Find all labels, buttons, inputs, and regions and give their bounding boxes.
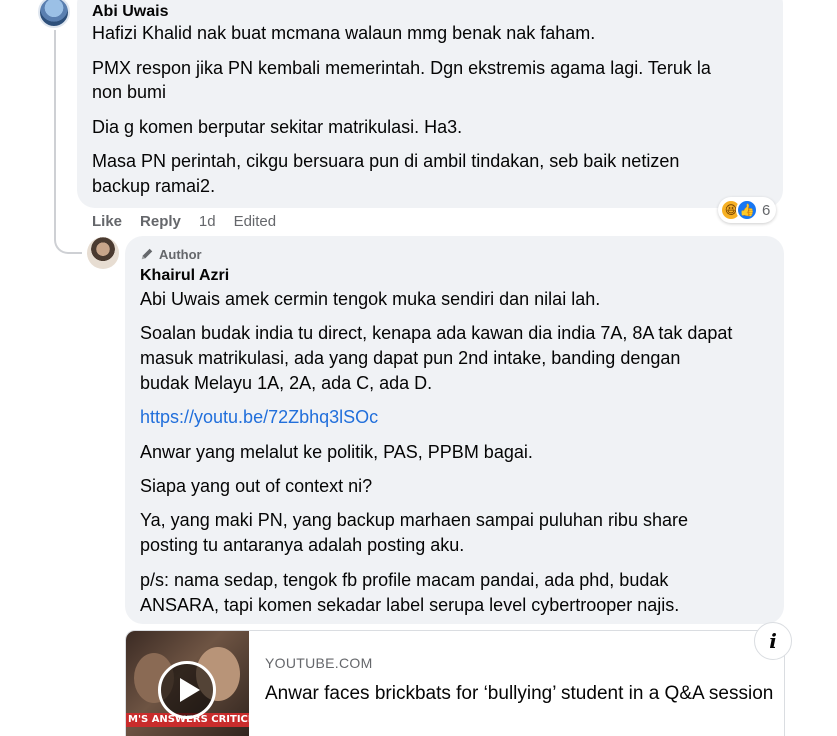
pen-icon — [141, 248, 153, 260]
comment-text: backup ramai2. — [92, 176, 216, 196]
comment-text: Anwar yang melalut ke politik, PAS, PPBM… — [140, 442, 533, 462]
comment-text: Masa PN perintah, cikgu bersuara pun di … — [92, 151, 680, 171]
link-preview-card[interactable]: M'S ANSWERS CRITICIS YOUTUBE.COM Anwar f… — [125, 630, 785, 736]
comment-text: masuk matrikulasi, ada yang dapat pun 2n… — [140, 348, 681, 368]
reply-connector — [54, 222, 82, 254]
comment-text: PMX respon jika PN kembali memerintah. D… — [92, 58, 711, 78]
like-icon: 👍 — [736, 199, 758, 221]
reactions-summary[interactable]: 😆 👍 6 — [718, 197, 777, 223]
comment-text: non bumi — [92, 82, 167, 102]
comment-text: Siapa yang out of context ni? — [140, 476, 373, 496]
reply-button[interactable]: Reply — [140, 213, 181, 230]
comment-text: posting tu antaranya adalah posting aku. — [140, 535, 465, 555]
comment-actions: Like Reply 1d Edited — [92, 211, 276, 231]
avatar[interactable] — [87, 237, 119, 269]
comment-thread: Abi Uwais Hafizi Khalid nak buat mcmana … — [0, 0, 837, 736]
youtube-link[interactable]: https://youtu.be/72Zbhq3lSOc — [140, 405, 378, 430]
comment-author-name[interactable]: Khairul Azri — [140, 267, 229, 285]
comment-text: p/s: nama sedap, tengok fb profile macam… — [140, 570, 669, 590]
comment-text: Hafizi Khalid nak buat mcmana walaun mmg… — [92, 23, 596, 43]
like-button[interactable]: Like — [92, 213, 122, 230]
reaction-count: 6 — [762, 201, 771, 219]
info-icon[interactable]: i — [754, 622, 792, 660]
link-source: YOUTUBE.COM — [265, 655, 373, 671]
comment-text: ANSARA, tapi komen sekadar label serupa … — [140, 595, 680, 615]
comment-author-name[interactable]: Abi Uwais — [92, 3, 168, 21]
comment-text: Abi Uwais amek cermin tengok muka sendir… — [140, 289, 601, 309]
link-title[interactable]: Anwar faces brickbats for ‘bullying’ stu… — [265, 681, 775, 706]
comment-text: Ya, yang maki PN, yang backup marhaen sa… — [140, 510, 688, 530]
comment-text: Soalan budak india tu direct, kenapa ada… — [140, 323, 733, 343]
video-thumbnail[interactable]: M'S ANSWERS CRITICIS — [126, 631, 249, 736]
comment-text: Dia g komen berputar sekitar matrikulasi… — [92, 117, 463, 137]
comment-text: budak Melayu 1A, 2A, ada C, ada D. — [140, 373, 433, 393]
edited-label[interactable]: Edited — [234, 213, 277, 230]
thread-connector — [54, 30, 56, 240]
avatar[interactable] — [38, 0, 70, 28]
author-badge: Author — [140, 245, 202, 263]
author-badge-label: Author — [159, 246, 202, 262]
play-icon[interactable] — [158, 661, 216, 719]
comment-timestamp[interactable]: 1d — [199, 213, 216, 230]
